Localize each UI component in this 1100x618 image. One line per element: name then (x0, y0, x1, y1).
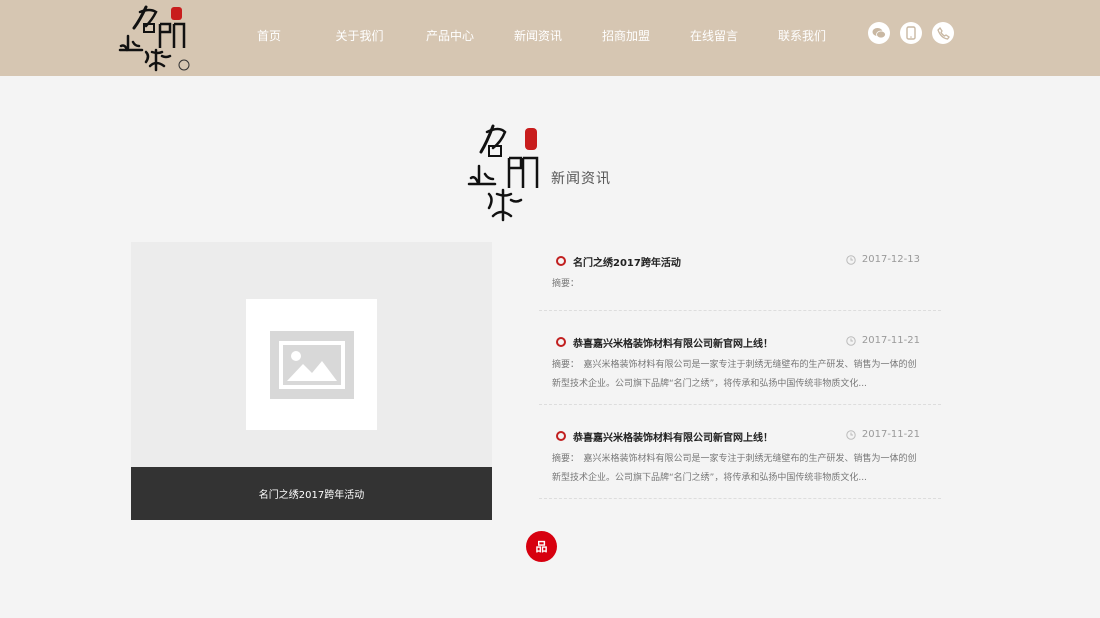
brand-logo[interactable] (118, 2, 193, 72)
news-summary: 摘要： (552, 279, 580, 289)
featured-news-card[interactable]: 名门之绣2017跨年活动 (131, 242, 492, 520)
nav-item-news[interactable]: 新闻资讯 (494, 27, 582, 44)
bullet-icon (556, 431, 566, 441)
nav-item-franchise[interactable]: 招商加盟 (582, 27, 670, 44)
section-title: 新闻资讯 (551, 171, 611, 187)
news-title[interactable]: 名门之绣2017跨年活动 (573, 254, 681, 269)
news-title[interactable]: 恭喜嘉兴米格装饰材料有限公司新官网上线！ (573, 335, 773, 350)
image-icon (269, 330, 354, 399)
nav-item-about[interactable]: 关于我们 (313, 27, 406, 44)
news-date: 2017-11-21 (846, 429, 920, 440)
nav-item-products[interactable]: 产品中心 (406, 27, 494, 44)
nav-item-message[interactable]: 在线留言 (670, 27, 758, 44)
clock-icon (846, 254, 856, 265)
news-summary: 摘要： 嘉兴米格装饰材料有限公司是一家专注于刺绣无缝壁布的生产研发、销售为一体的… (552, 454, 917, 483)
section-logo (465, 120, 545, 226)
featured-caption[interactable]: 名门之绣2017跨年活动 (131, 467, 492, 520)
list-item[interactable]: 名门之绣2017跨年活动 2017-12-13 摘要： (539, 242, 941, 311)
list-item[interactable]: 恭喜嘉兴米格装饰材料有限公司新官网上线！ 2017-11-21 摘要： 嘉兴米格… (539, 405, 941, 499)
wechat-icon[interactable] (868, 22, 890, 44)
nav-item-contact[interactable]: 联系我们 (758, 27, 846, 44)
news-summary: 摘要： 嘉兴米格装饰材料有限公司是一家专注于刺绣无缝壁布的生产研发、销售为一体的… (552, 360, 917, 389)
mobile-icon[interactable] (900, 22, 922, 44)
clock-icon (846, 335, 856, 346)
main-nav: 首页 关于我们 产品中心 新闻资讯 招商加盟 在线留言 联系我们 (225, 0, 846, 70)
news-date-text: 2017-11-21 (861, 429, 920, 440)
clock-icon (846, 429, 856, 440)
news-date: 2017-11-21 (846, 335, 920, 346)
image-placeholder (246, 299, 377, 430)
news-list: 名门之绣2017跨年活动 2017-12-13 摘要： 恭喜嘉兴米格装饰材料有限… (539, 242, 941, 499)
news-title[interactable]: 恭喜嘉兴米格装饰材料有限公司新官网上线！ (573, 429, 773, 444)
news-date: 2017-12-13 (846, 254, 920, 265)
news-date-text: 2017-11-21 (861, 335, 920, 346)
list-item[interactable]: 恭喜嘉兴米格装饰材料有限公司新官网上线！ 2017-11-21 摘要： 嘉兴米格… (539, 311, 941, 405)
header-icons (868, 22, 954, 44)
bullet-icon (556, 337, 566, 347)
site-header: 首页 关于我们 产品中心 新闻资讯 招商加盟 在线留言 联系我们 (0, 0, 1100, 76)
nav-item-home[interactable]: 首页 (225, 27, 313, 44)
news-date-text: 2017-12-13 (861, 254, 920, 265)
phone-icon[interactable] (932, 22, 954, 44)
product-float-button[interactable]: 品 (526, 531, 557, 562)
bullet-icon (556, 256, 566, 266)
